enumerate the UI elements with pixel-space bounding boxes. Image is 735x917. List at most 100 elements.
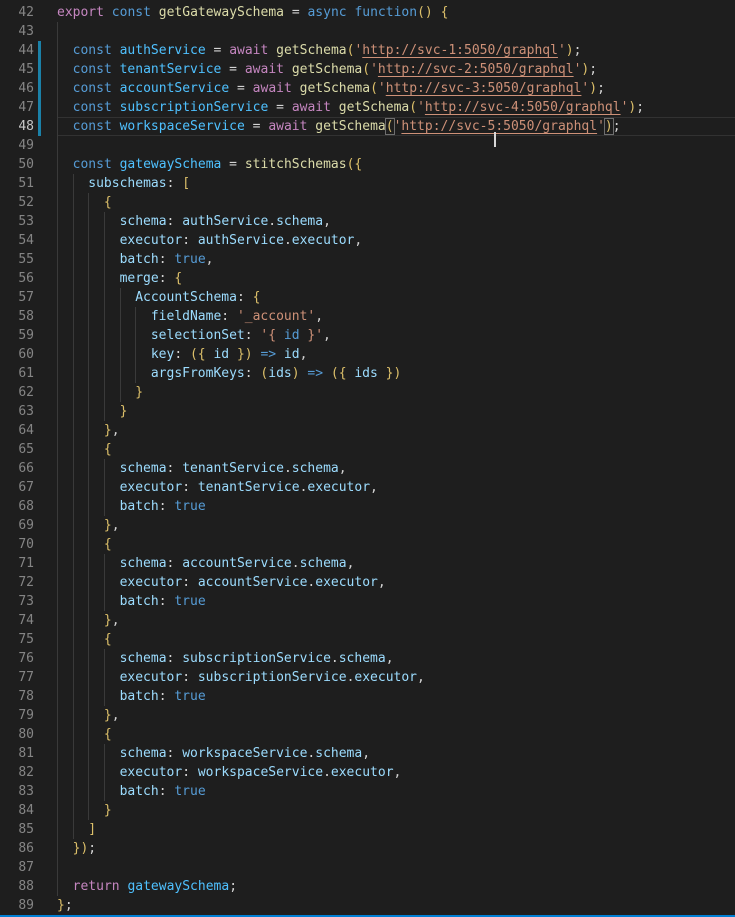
code-line[interactable]: 71schema: accountService.schema,	[0, 554, 735, 573]
line-number[interactable]: 71	[0, 554, 34, 573]
line-number[interactable]: 48	[0, 117, 34, 136]
code-line[interactable]: 50const gatewaySchema = stitchSchemas({	[0, 155, 735, 174]
code-line[interactable]: 76schema: subscriptionService.schema,	[0, 649, 735, 668]
code-line[interactable]: 68batch: true	[0, 497, 735, 516]
code-line[interactable]: 78batch: true	[0, 687, 735, 706]
code-line[interactable]: 62}	[0, 383, 735, 402]
line-number[interactable]: 51	[0, 174, 34, 193]
code-line[interactable]: 66schema: tenantService.schema,	[0, 459, 735, 478]
code-line[interactable]: 80{	[0, 725, 735, 744]
line-number[interactable]: 60	[0, 345, 34, 364]
line-number[interactable]: 68	[0, 497, 34, 516]
code-editor[interactable]: 42export const getGatewaySchema = async …	[0, 0, 735, 917]
code-line[interactable]: 69},	[0, 516, 735, 535]
code-line[interactable]: 73batch: true	[0, 592, 735, 611]
line-number[interactable]: 70	[0, 535, 34, 554]
line-number[interactable]: 78	[0, 687, 34, 706]
line-number[interactable]: 72	[0, 573, 34, 592]
line-number[interactable]: 57	[0, 288, 34, 307]
code-line[interactable]: 57AccountSchema: {	[0, 288, 735, 307]
line-number[interactable]: 81	[0, 744, 34, 763]
line-number[interactable]: 65	[0, 440, 34, 459]
line-number[interactable]: 69	[0, 516, 34, 535]
code-line[interactable]: 61argsFromKeys: (ids) => ({ ids })	[0, 364, 735, 383]
line-number[interactable]: 89	[0, 896, 34, 915]
code-line[interactable]: 44const authService = await getSchema('h…	[0, 41, 735, 60]
code-line[interactable]: 54executor: authService.executor,	[0, 231, 735, 250]
link-text[interactable]: http://svc-3:5050/graphql	[386, 81, 582, 96]
line-number[interactable]: 82	[0, 763, 34, 782]
code-line[interactable]: 67executor: tenantService.executor,	[0, 478, 735, 497]
code-line[interactable]: 42export const getGatewaySchema = async …	[0, 3, 735, 22]
line-number[interactable]: 52	[0, 193, 34, 212]
line-number[interactable]: 49	[0, 136, 34, 155]
code-line[interactable]: 89};	[0, 896, 735, 915]
line-number[interactable]: 55	[0, 250, 34, 269]
link-text[interactable]: :5050/graphql	[495, 119, 597, 134]
code-line[interactable]: 85]	[0, 820, 735, 839]
line-number[interactable]: 86	[0, 839, 34, 858]
code-line[interactable]: 51subschemas: [	[0, 174, 735, 193]
code-line[interactable]: 65{	[0, 440, 735, 459]
code-line[interactable]: 74},	[0, 611, 735, 630]
code-line[interactable]: 56merge: {	[0, 269, 735, 288]
code-line[interactable]: 79},	[0, 706, 735, 725]
code-line[interactable]: 52{	[0, 193, 735, 212]
code-line[interactable]: 75{	[0, 630, 735, 649]
code-line[interactable]: 86});	[0, 839, 735, 858]
line-number[interactable]: 87	[0, 858, 34, 877]
code-line[interactable]: 63}	[0, 402, 735, 421]
line-number[interactable]: 58	[0, 307, 34, 326]
line-number[interactable]: 59	[0, 326, 34, 345]
line-number[interactable]: 84	[0, 801, 34, 820]
line-number[interactable]: 42	[0, 3, 34, 22]
line-number[interactable]: 67	[0, 478, 34, 497]
link-text[interactable]: http://svc-4:5050/graphql	[425, 100, 621, 115]
link-text[interactable]: http://svc-2:5050/graphql	[378, 62, 574, 77]
code-line[interactable]: 49	[0, 136, 735, 155]
line-number[interactable]: 73	[0, 592, 34, 611]
code-line[interactable]: 64},	[0, 421, 735, 440]
line-number[interactable]: 76	[0, 649, 34, 668]
link-text[interactable]: http://svc-1:5050/graphql	[362, 43, 558, 58]
line-number[interactable]: 45	[0, 60, 34, 79]
code-line[interactable]: 88return gatewaySchema;	[0, 877, 735, 896]
code-line[interactable]: 70{	[0, 535, 735, 554]
code-line[interactable]: 59selectionSet: '{ id }',	[0, 326, 735, 345]
code-line[interactable]: 48const workspaceService = await getSche…	[0, 117, 735, 136]
line-number[interactable]: 53	[0, 212, 34, 231]
line-number[interactable]: 63	[0, 402, 34, 421]
line-number[interactable]: 74	[0, 611, 34, 630]
line-number[interactable]: 85	[0, 820, 34, 839]
line-number[interactable]: 61	[0, 364, 34, 383]
code-line[interactable]: 43	[0, 22, 735, 41]
line-number[interactable]: 54	[0, 231, 34, 250]
line-number[interactable]: 79	[0, 706, 34, 725]
line-number[interactable]: 75	[0, 630, 34, 649]
line-number[interactable]: 43	[0, 22, 34, 41]
code-line[interactable]: 47const subscriptionService = await getS…	[0, 98, 735, 117]
line-number[interactable]: 88	[0, 877, 34, 896]
line-number[interactable]: 46	[0, 79, 34, 98]
code-line[interactable]: 58fieldName: '_account',	[0, 307, 735, 326]
code-line[interactable]: 55batch: true,	[0, 250, 735, 269]
code-line[interactable]: 83batch: true	[0, 782, 735, 801]
code-line[interactable]: 60key: ({ id }) => id,	[0, 345, 735, 364]
line-number[interactable]: 66	[0, 459, 34, 478]
line-number[interactable]: 64	[0, 421, 34, 440]
line-number[interactable]: 47	[0, 98, 34, 117]
code-line[interactable]: 81schema: workspaceService.schema,	[0, 744, 735, 763]
code-line[interactable]: 87	[0, 858, 735, 877]
code-line[interactable]: 46const accountService = await getSchema…	[0, 79, 735, 98]
code-line[interactable]: 82executor: workspaceService.executor,	[0, 763, 735, 782]
line-number[interactable]: 80	[0, 725, 34, 744]
code-line[interactable]: 45const tenantService = await getSchema(…	[0, 60, 735, 79]
line-number[interactable]: 50	[0, 155, 34, 174]
code-line[interactable]: 53schema: authService.schema,	[0, 212, 735, 231]
link-text[interactable]: http://svc-5	[401, 119, 495, 134]
line-number[interactable]: 62	[0, 383, 34, 402]
line-number[interactable]: 56	[0, 269, 34, 288]
line-number[interactable]: 77	[0, 668, 34, 687]
code-line[interactable]: 84}	[0, 801, 735, 820]
code-line[interactable]: 77executor: subscriptionService.executor…	[0, 668, 735, 687]
